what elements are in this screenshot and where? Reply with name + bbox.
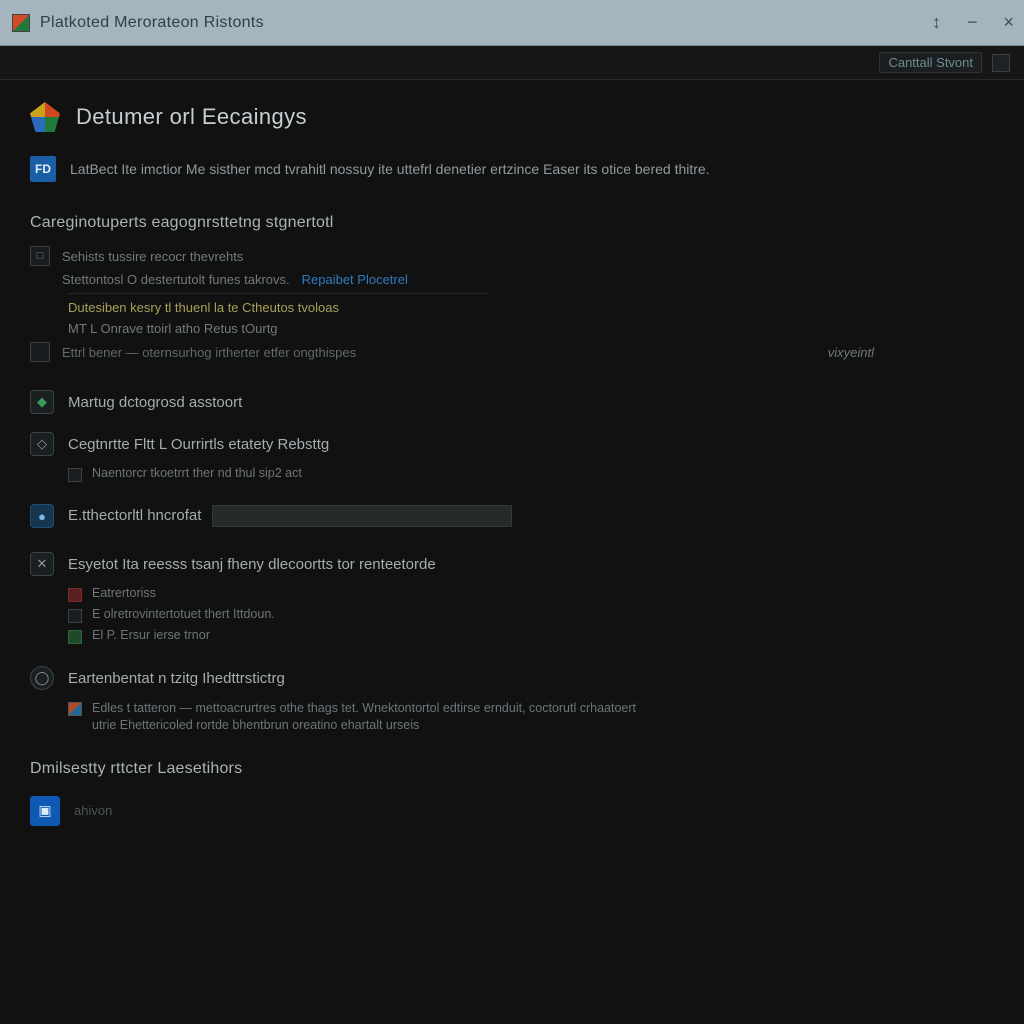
esyetot-item-1: Eatrertoriss xyxy=(92,586,156,600)
divider xyxy=(68,293,488,294)
esyetot-item-3: El P. Ersur ierse trnor xyxy=(92,628,210,642)
section-cegtn-sub: Naentorcr tkoetrrt ther nd thul sip2 act xyxy=(92,466,302,480)
esyetot-item-2: E olretrovintertotuet thert Ittdoun. xyxy=(92,607,275,621)
toolbar: Canttall Stvont xyxy=(0,46,1024,80)
titlebar: Platkoted Merorateon Ristonts ↕ − × xyxy=(0,0,1024,46)
content-area: Detumer orl Eecaingys FD LatBect Ite imc… xyxy=(0,80,1024,1024)
categories-row-4: MT L Onrave ttoirl atho Retus tOurtg xyxy=(68,321,994,336)
section-earten-title: Eartenbentat n tzitg Ihedttrstictrg xyxy=(68,670,285,687)
categories-row-5-side: vixyeintl xyxy=(828,345,874,360)
section-esyetot-title: Esyetot Ita reesss tsanj fheny dlecoortt… xyxy=(68,556,436,573)
section-categories-title: Careginotuperts eagognrsttetng stgnertot… xyxy=(30,214,994,232)
section-categories: Careginotuperts eagognrsttetng stgnertot… xyxy=(30,214,994,362)
page-title: Detumer orl Eecaingys xyxy=(76,104,307,130)
gray-square-icon xyxy=(68,609,82,623)
diamond-icon: ◇ xyxy=(30,432,54,456)
red-square-icon xyxy=(68,588,82,602)
window-title: Platkoted Merorateon Ristonts xyxy=(40,14,264,32)
section-cegtn-title: Cegtnrtte Fltt L Ourrirtls etatety Rebst… xyxy=(68,436,329,453)
categories-row-2a: Stettontosl O destertutolt funes takrovs… xyxy=(62,272,290,287)
shield-icon: ◆ xyxy=(30,390,54,414)
section-ethect-input[interactable] xyxy=(212,505,512,527)
section-ethect-label: E.tthectorltl hncrofat xyxy=(68,507,201,524)
section-martug-title: Martug dctogrosd asstoort xyxy=(68,394,242,411)
info-badge-icon: FD xyxy=(30,156,56,182)
picture-icon xyxy=(68,702,82,716)
toolbar-menu-icon[interactable] xyxy=(992,54,1010,72)
categories-row-1: Sehists tussire recocr thevrehts xyxy=(62,249,243,264)
app-icon xyxy=(12,14,30,32)
checkbox-icon[interactable] xyxy=(30,342,50,362)
page-hero-icon xyxy=(30,102,60,132)
small-square-icon[interactable] xyxy=(68,468,82,482)
bottom-app-icon[interactable]: ▣ xyxy=(30,796,60,826)
section-earten-body: Edles t tatteron — mettoacrurtres othe t… xyxy=(92,700,652,734)
minimize-button[interactable]: − xyxy=(967,12,978,33)
globe-icon: ● xyxy=(30,504,54,528)
circle-icon: ◯ xyxy=(30,666,54,690)
page-info-text: LatBect Ite imctior Me sisther mcd tvrah… xyxy=(70,161,710,177)
categories-row-5: Ettrl bener — oternsurhog irtherter etfe… xyxy=(62,345,356,360)
square-icon[interactable]: □ xyxy=(30,246,50,266)
crossbox-icon: ✕ xyxy=(30,552,54,576)
toolbar-action[interactable]: Canttall Stvont xyxy=(879,52,982,73)
section-dmils-title: Dmilsestty rttcter Laesetihors xyxy=(30,760,994,778)
green-square-icon xyxy=(68,630,82,644)
bottom-app-label: ahivon xyxy=(74,803,112,818)
close-button[interactable]: × xyxy=(1003,12,1014,33)
categories-row-3: Dutesiben kesry tl thuenl la te Ctheutos… xyxy=(68,300,994,315)
categories-row-2-link[interactable]: Repaibet Plocetrel xyxy=(302,272,408,287)
section-ethect-title: E.tthectorltl hncrofat xyxy=(68,505,512,527)
restore-button[interactable]: ↕ xyxy=(932,12,941,33)
